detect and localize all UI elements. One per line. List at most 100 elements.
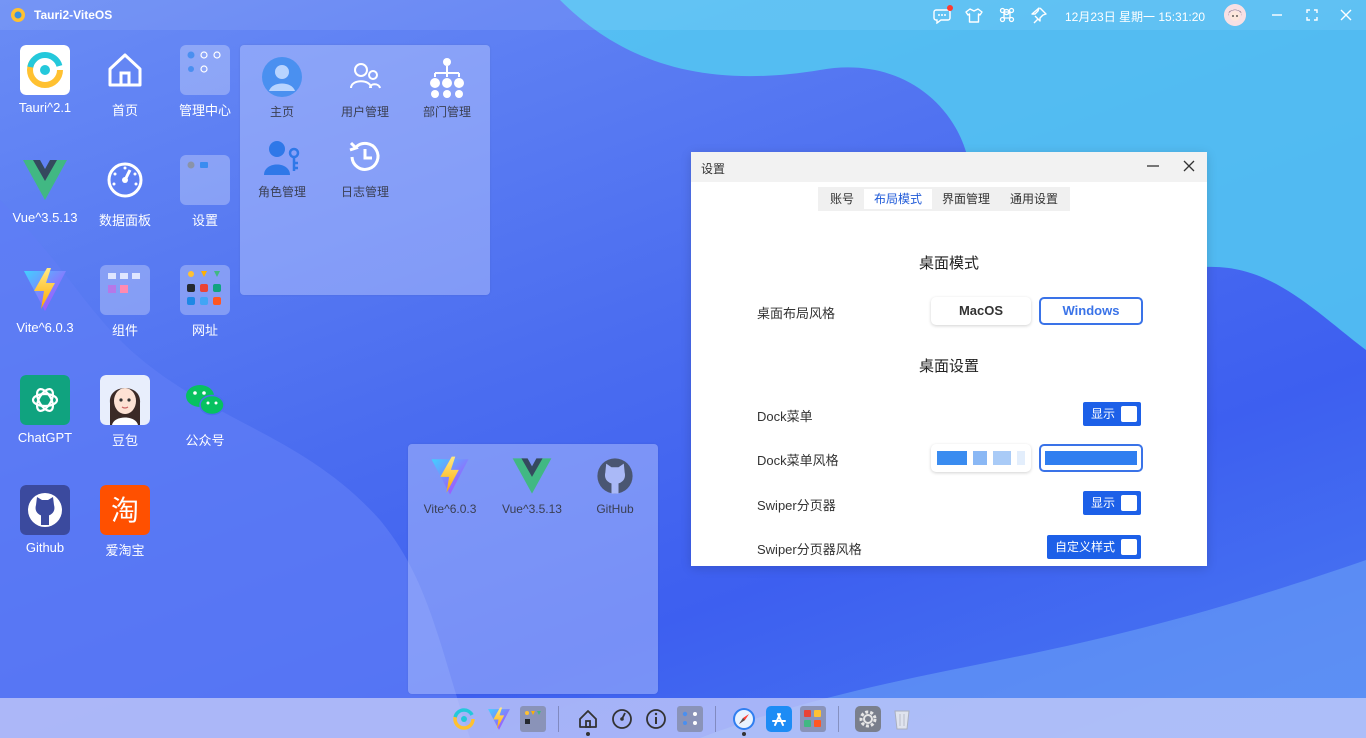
pin-icon[interactable] [1030, 6, 1048, 24]
tab-layout[interactable]: 布局模式 [864, 189, 933, 209]
layout-windows-button[interactable]: Windows [1039, 297, 1143, 325]
tab-interface[interactable]: 界面管理 [932, 189, 1000, 209]
app-store-icon[interactable] [766, 706, 792, 732]
layout-macos-button[interactable]: MacOS [931, 297, 1031, 325]
minimize-icon[interactable] [1268, 6, 1286, 24]
window-close-icon[interactable] [1179, 156, 1199, 176]
admin-item-roles[interactable]: 角色管理 [242, 135, 322, 200]
folder-icon[interactable] [800, 706, 826, 732]
dock-separator [838, 706, 839, 732]
folder-icon[interactable] [677, 706, 703, 732]
folder-icon [180, 155, 230, 205]
desktop-item-label: 管理中心 [178, 103, 231, 118]
tab-account[interactable]: 账号 [820, 189, 864, 209]
admin-item-logs[interactable]: 日志管理 [325, 135, 405, 200]
vue-icon [23, 160, 67, 200]
app-logo-icon [11, 8, 25, 22]
admin-item-label: 部门管理 [422, 105, 471, 119]
toggle-knob [1121, 495, 1137, 511]
users-icon [350, 63, 381, 89]
tauri-icon[interactable] [451, 706, 477, 732]
desktop-item-label: 设置 [191, 213, 218, 228]
admin-folder-panel: 主页 用户管理 部门管理 角色管理 日志管理 [240, 45, 490, 295]
dock-toggle[interactable]: 显示 [1083, 402, 1141, 426]
vite-icon[interactable] [486, 706, 512, 732]
home-icon[interactable] [575, 706, 601, 732]
desktop-item-dashboard[interactable]: 数据面板 [85, 155, 165, 255]
desktop-item-components[interactable]: 组件 [85, 265, 165, 365]
history-icon [349, 141, 380, 171]
settings-gear-icon[interactable] [855, 706, 881, 732]
desktop-item-home[interactable]: 首页 [85, 45, 165, 145]
user-circle-icon [262, 57, 302, 97]
settings-window: 设置 账号 布局模式 界面管理 通用设置 桌面模式 桌面布局风格 MacOS W… [691, 152, 1207, 566]
desktop-item-label: 组件 [111, 323, 138, 338]
desktop-item-chatgpt[interactable]: ChatGPT [5, 375, 85, 475]
swiper-label: Swiper分页器 [757, 498, 836, 513]
toggle-knob [1121, 406, 1137, 422]
link-item-vite[interactable]: Vite^6.0.3 [410, 454, 490, 516]
compass-icon[interactable] [731, 706, 757, 732]
vue-icon [512, 458, 552, 494]
desktop-item-label: 爱淘宝 [105, 543, 145, 558]
dock-style-option-full[interactable] [1039, 444, 1143, 472]
desktop-item-doubao[interactable]: 豆包 [85, 375, 165, 475]
settings-titlebar[interactable]: 设置 [691, 152, 1207, 182]
desktop-item-wechat[interactable]: 公众号 [165, 375, 245, 475]
link-item-github[interactable]: GitHub [575, 454, 655, 516]
desktop-item-settings-folder[interactable]: 设置 [165, 155, 245, 255]
admin-item-home[interactable]: 主页 [242, 55, 322, 120]
dock [0, 698, 1366, 738]
link-item-label: Vite^6.0.3 [423, 502, 477, 516]
shirt-icon[interactable] [965, 6, 983, 24]
info-icon[interactable] [643, 706, 669, 732]
dock-running-indicator [586, 732, 590, 736]
window-minimize-icon[interactable] [1143, 156, 1163, 176]
desktop-item-taobao[interactable]: 淘 爱淘宝 [85, 485, 165, 585]
swiper-style-toggle-label: 自定义样式 [1055, 540, 1116, 554]
dock-separator [715, 706, 716, 732]
desktop-item-label: Tauri^2.1 [18, 100, 72, 115]
desktop-item-admin-folder[interactable]: 管理中心 [165, 45, 245, 145]
chatgpt-icon [20, 375, 70, 425]
toggle-knob [1121, 539, 1137, 555]
doubao-icon [100, 375, 150, 425]
folder-icon[interactable] [520, 706, 546, 732]
fullscreen-icon[interactable] [1303, 6, 1321, 24]
close-icon[interactable] [1337, 6, 1355, 24]
link-item-vue[interactable]: Vue^3.5.13 [492, 454, 572, 516]
desktop-item-label: ChatGPT [17, 430, 73, 445]
swiper-style-label: Swiper分页器风格 [757, 542, 862, 557]
admin-item-users[interactable]: 用户管理 [325, 55, 405, 120]
admin-item-label: 主页 [269, 105, 294, 119]
trash-icon[interactable] [889, 706, 915, 732]
user-avatar[interactable] [1224, 4, 1246, 26]
role-key-icon [264, 141, 300, 175]
admin-item-departments[interactable]: 部门管理 [407, 55, 487, 120]
desktop-item-label: Vite^6.0.3 [16, 320, 74, 335]
github-icon [20, 485, 70, 535]
desktop-item-label: 网址 [191, 323, 218, 338]
layout-style-label: 桌面布局风格 [757, 306, 836, 321]
desktop-item-tauri[interactable]: Tauri^2.1 [5, 45, 85, 145]
desktop-item-sites-folder[interactable]: 网址 [165, 265, 245, 365]
dashboard-icon [107, 162, 143, 198]
desktop-item-github[interactable]: Github [5, 485, 85, 585]
dashboard-icon[interactable] [609, 706, 635, 732]
tab-general[interactable]: 通用设置 [1000, 189, 1068, 209]
github-icon [597, 458, 633, 494]
desktop-item-label: 数据面板 [98, 213, 151, 228]
admin-item-label: 日志管理 [340, 185, 389, 199]
dock-style-full-preview-icon [1045, 451, 1137, 465]
clock[interactable]: 12月23日 星期一 15:31:20 [1065, 8, 1205, 25]
dock-style-label: Dock菜单风格 [757, 453, 839, 468]
swiper-toggle-label: 显示 [1091, 496, 1116, 510]
swiper-style-toggle[interactable]: 自定义样式 [1047, 535, 1141, 559]
dock-style-option-compact[interactable] [931, 444, 1031, 472]
desktop-item-vite[interactable]: Vite^6.0.3 [5, 265, 85, 365]
settings-title: 设置 [701, 162, 726, 176]
swiper-toggle[interactable]: 显示 [1083, 491, 1141, 515]
desktop-item-vue[interactable]: Vue^3.5.13 [5, 155, 85, 255]
command-icon[interactable] [998, 6, 1016, 24]
folder-icon [100, 265, 150, 315]
